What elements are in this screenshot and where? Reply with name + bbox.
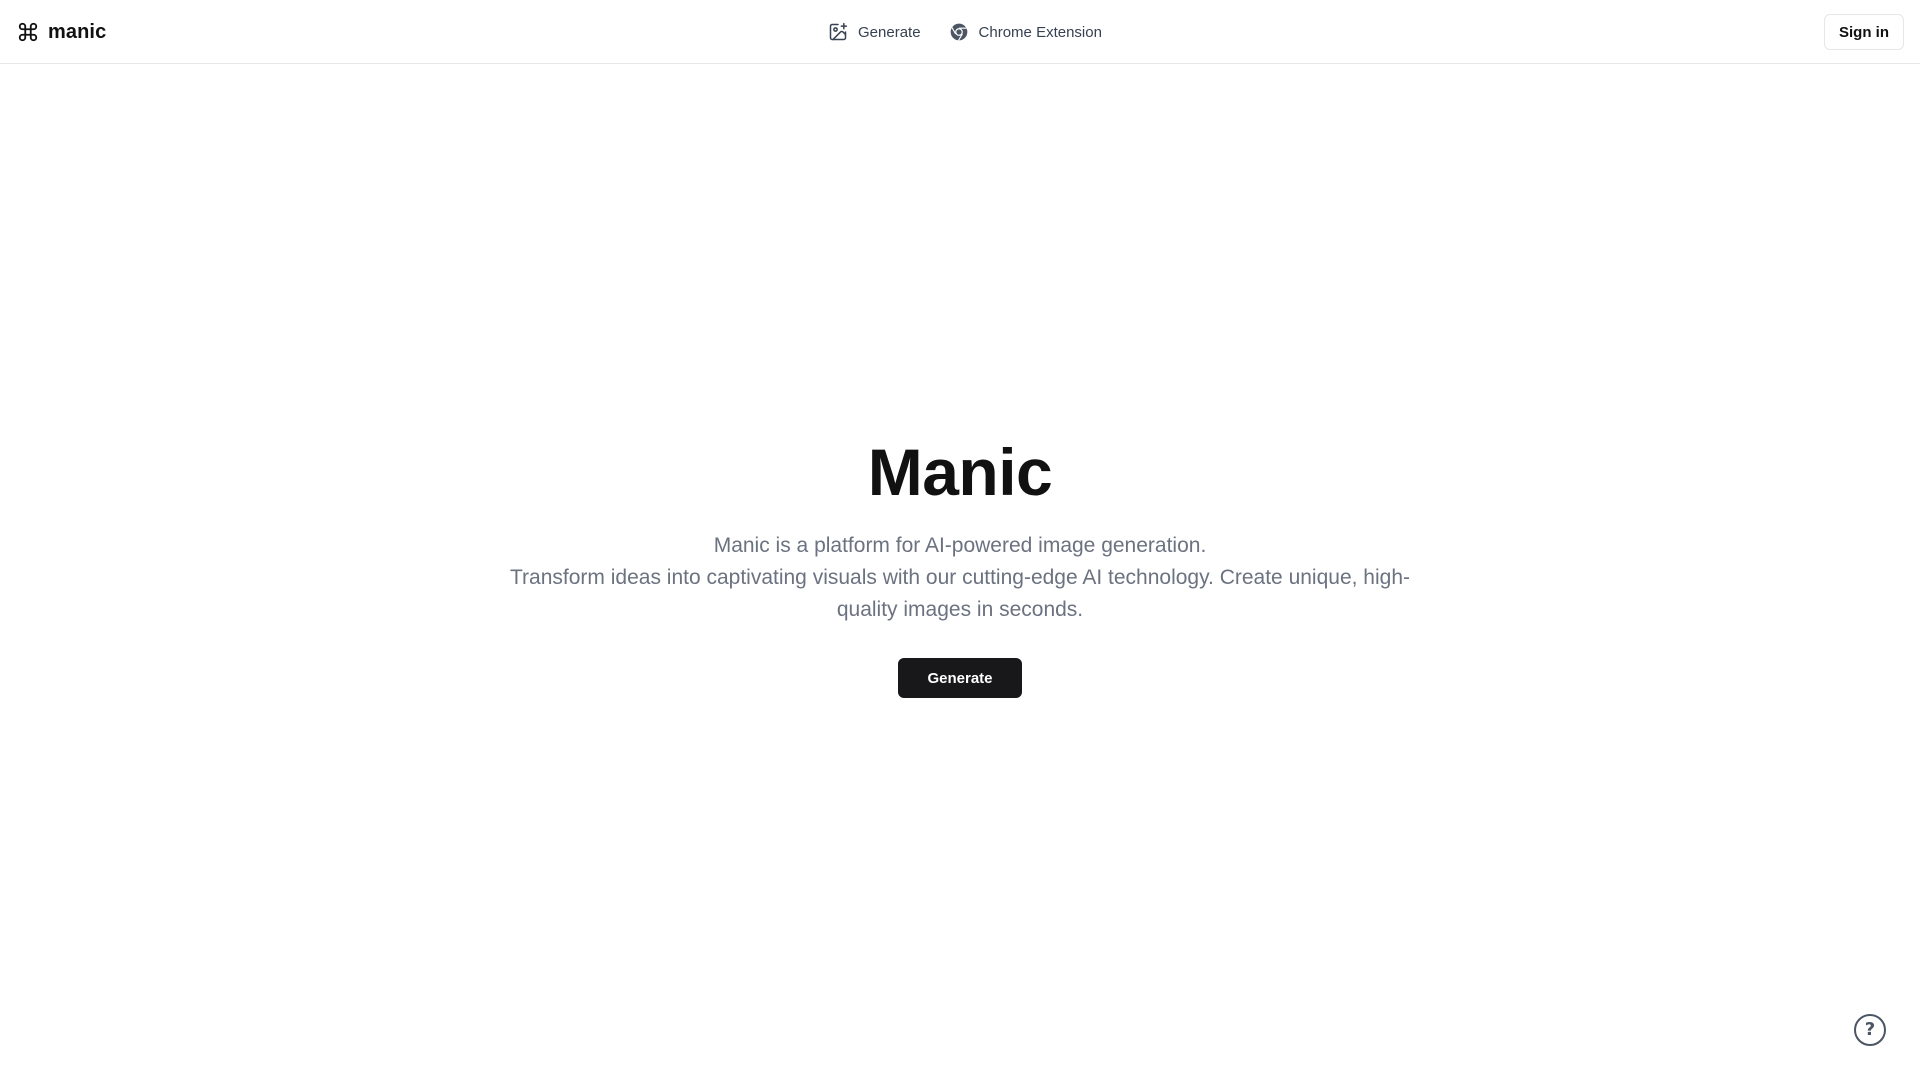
nav-generate[interactable]: Generate [828, 22, 921, 42]
nav-generate-label: Generate [858, 23, 921, 41]
command-icon [16, 20, 40, 44]
nav-chrome-extension[interactable]: Chrome Extension [949, 22, 1102, 42]
generate-button[interactable]: Generate [898, 658, 1022, 698]
help-circle-icon: ? [1864, 1019, 1876, 1040]
hero-description-line-2: Transform ideas into captivating visuals… [510, 566, 1410, 621]
hero-description-line-1: Manic is a platform for AI-powered image… [713, 534, 1207, 557]
image-plus-icon [828, 22, 848, 42]
brand-link[interactable]: manic [16, 16, 106, 48]
nav-chrome-extension-label: Chrome Extension [978, 23, 1102, 41]
site-header: manic Generate Chrome Extension Sign in [0, 0, 1920, 64]
main-nav: Generate Chrome Extension [828, 16, 1102, 48]
hero-section: Manic Manic is a platform for AI-powered… [0, 430, 1920, 698]
hero-description: Manic is a platform for AI-powered image… [510, 530, 1410, 626]
sign-in-button[interactable]: Sign in [1824, 14, 1904, 50]
chrome-icon [949, 22, 969, 42]
help-button[interactable]: ? [1854, 1014, 1886, 1046]
hero-title: Manic [867, 435, 1053, 509]
brand-name: manic [48, 20, 107, 43]
